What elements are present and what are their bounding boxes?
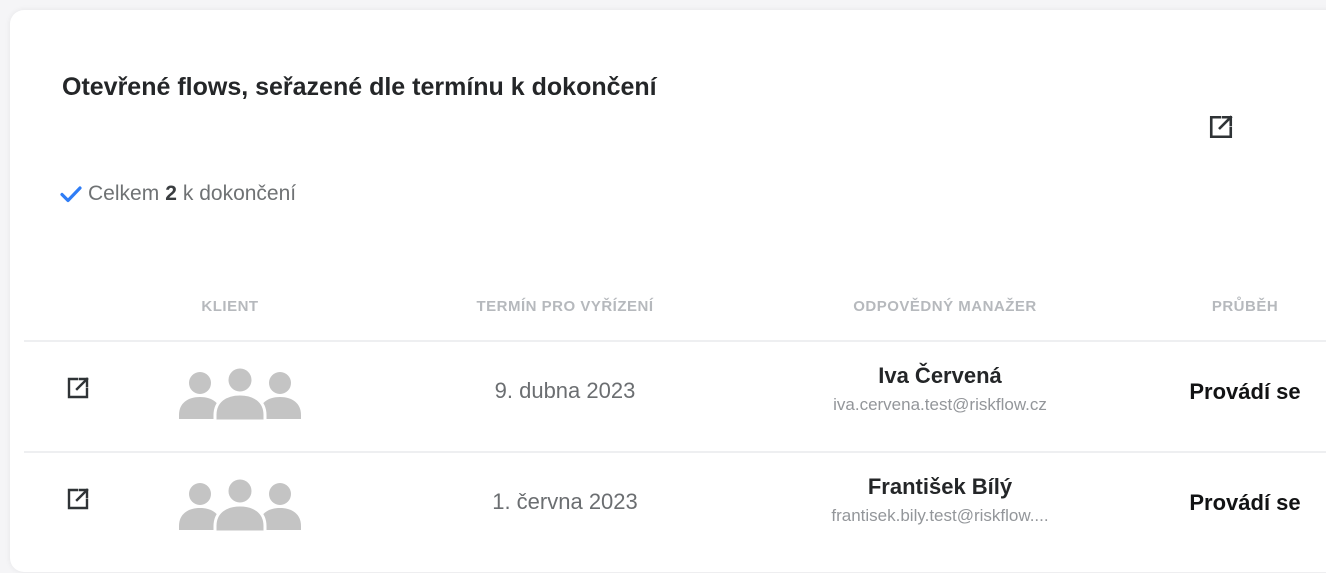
row-divider bbox=[24, 340, 1326, 342]
card-title: Otevřené flows, seřazené dle termínu k d… bbox=[62, 73, 657, 101]
summary-count: 2 bbox=[165, 182, 177, 205]
external-link-icon[interactable] bbox=[1204, 110, 1238, 144]
table-row[interactable]: 1. června 2023 František Bílý frantisek.… bbox=[10, 454, 1326, 564]
external-link-icon[interactable] bbox=[62, 372, 94, 404]
deadline-date: 1. června 2023 bbox=[492, 489, 638, 514]
progress-status: Provádí se bbox=[1189, 490, 1301, 515]
checkmark-icon bbox=[60, 185, 82, 203]
summary-line: Celkem 2 k dokončení bbox=[60, 182, 296, 206]
manager-name: Iva Červená bbox=[878, 363, 1002, 388]
summary-prefix: Celkem bbox=[88, 182, 160, 205]
column-header-manager: ODPOVĚDNÝ MANAŽER bbox=[853, 298, 1037, 315]
column-header-progress: PRŮBĚH bbox=[1211, 298, 1279, 315]
row-divider bbox=[24, 451, 1326, 453]
group-avatar-icon bbox=[179, 365, 301, 423]
manager-cell: František Bílý frantisek.bily.test@riskf… bbox=[780, 474, 1100, 526]
deadline-date: 9. dubna 2023 bbox=[494, 378, 636, 403]
summary-suffix: k dokončení bbox=[182, 182, 297, 205]
manager-cell: Iva Červená iva.cervena.test@riskflow.cz bbox=[780, 363, 1100, 415]
progress-status: Provádí se bbox=[1189, 379, 1301, 404]
group-avatar-icon bbox=[179, 476, 301, 534]
column-header-deadline: TERMÍN PRO VYŘÍZENÍ bbox=[476, 298, 654, 315]
column-header-client: KLIENT bbox=[201, 298, 259, 315]
external-link-icon[interactable] bbox=[62, 483, 94, 515]
manager-email: frantisek.bily.test@riskflow.... bbox=[831, 506, 1049, 525]
manager-email: iva.cervena.test@riskflow.cz bbox=[833, 395, 1047, 414]
table-row[interactable]: 9. dubna 2023 Iva Červená iva.cervena.te… bbox=[10, 343, 1326, 453]
manager-name: František Bílý bbox=[867, 474, 1013, 499]
open-flows-card: Otevřené flows, seřazené dle termínu k d… bbox=[10, 10, 1326, 572]
